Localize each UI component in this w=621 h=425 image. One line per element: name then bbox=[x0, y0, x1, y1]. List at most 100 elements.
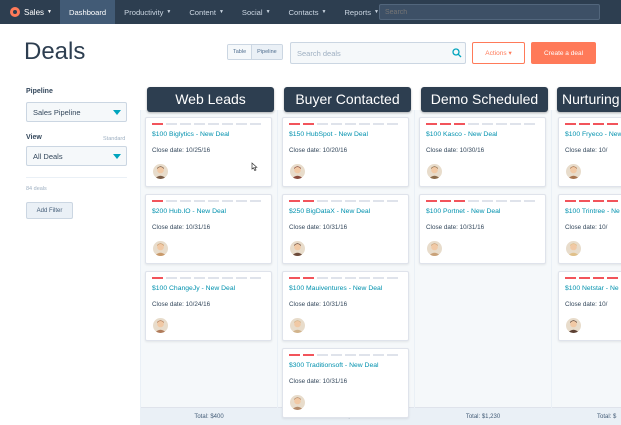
avatar[interactable] bbox=[153, 164, 168, 179]
deal-card[interactable]: $300 Traditionsoft - New Deal Close date:… bbox=[282, 348, 409, 418]
deal-progress bbox=[152, 200, 261, 202]
deal-card[interactable]: $100 Biglytics - New Deal Close date: 10/… bbox=[145, 117, 272, 187]
stage-label-demo-scheduled: Demo Scheduled bbox=[421, 87, 548, 112]
avatar[interactable] bbox=[290, 395, 305, 410]
chevron-down-icon: ▼ bbox=[218, 9, 224, 15]
deal-name-link[interactable]: $200 Hub.IO - New Deal bbox=[152, 208, 226, 215]
person-icon bbox=[154, 243, 167, 256]
avatar[interactable] bbox=[566, 318, 581, 333]
view-label: View bbox=[26, 134, 42, 141]
nav-label: Content bbox=[189, 7, 216, 17]
avatar[interactable] bbox=[153, 318, 168, 333]
brand-label: Sales bbox=[24, 7, 45, 17]
deal-name-link[interactable]: $100 Kasco - New Deal bbox=[426, 131, 497, 138]
person-icon bbox=[291, 243, 304, 256]
person-icon bbox=[154, 166, 167, 179]
search-deals-input[interactable] bbox=[290, 42, 466, 64]
deal-name-link[interactable]: $150 HubSpot - New Deal bbox=[289, 131, 368, 138]
page-title: Deals bbox=[24, 38, 86, 65]
nav-label: Productivity bbox=[124, 7, 164, 17]
view-pipeline-button[interactable]: Pipeline bbox=[251, 45, 282, 59]
deal-card[interactable]: $100 Mauiventures - New Deal Close date: … bbox=[282, 271, 409, 341]
deal-card[interactable]: $100 ChangeJy - New Deal Close date: 10/2… bbox=[145, 271, 272, 341]
person-icon bbox=[567, 320, 580, 333]
brand-menu[interactable]: Sales ▼ bbox=[0, 0, 60, 24]
nav-productivity[interactable]: Productivity ▼ bbox=[115, 0, 180, 24]
deal-progress bbox=[426, 200, 535, 202]
search-icon[interactable] bbox=[452, 48, 462, 58]
deal-progress bbox=[289, 277, 398, 279]
deal-progress bbox=[152, 277, 261, 279]
nav-content[interactable]: Content ▼ bbox=[180, 0, 233, 24]
deal-card[interactable]: $100 Portnet - New Deal Close date: 10/31… bbox=[419, 194, 546, 264]
nav-dashboard[interactable]: Dashboard bbox=[59, 0, 116, 24]
deal-name-link[interactable]: $100 Biglytics - New Deal bbox=[152, 131, 229, 138]
avatar[interactable] bbox=[290, 164, 305, 179]
close-date: Close date: 10/ bbox=[565, 147, 608, 154]
deal-card[interactable]: $200 Hub.IO - New Deal Close date: 10/31/… bbox=[145, 194, 272, 264]
view-select[interactable]: All Deals bbox=[26, 146, 127, 166]
close-date: Close date: 10/25/16 bbox=[152, 147, 211, 154]
deal-card[interactable]: $250 BigDataX - New Deal Close date: 10/3… bbox=[282, 194, 409, 264]
nav-social[interactable]: Social ▼ bbox=[233, 0, 280, 24]
nav-label: Reports bbox=[344, 7, 372, 17]
chevron-down-icon: ▼ bbox=[265, 9, 271, 15]
avatar[interactable] bbox=[566, 241, 581, 256]
deal-name-link[interactable]: $100 Netstar - Ne bbox=[565, 285, 619, 292]
stage-label-web-leads: Web Leads bbox=[147, 87, 274, 112]
hubspot-logo-icon bbox=[10, 7, 20, 17]
deal-progress bbox=[565, 123, 621, 125]
deal-count: 84 deals bbox=[26, 186, 47, 192]
add-filter-button[interactable]: Add Filter bbox=[26, 202, 73, 219]
deal-name-link[interactable]: $100 Trintree - Ne bbox=[565, 208, 620, 215]
view-value: All Deals bbox=[33, 152, 63, 161]
deal-card[interactable]: $100 Kasco - New Deal Close date: 10/30/1… bbox=[419, 117, 546, 187]
column-total: Total: $400 bbox=[141, 407, 277, 425]
deal-name-link[interactable]: $100 Mauiventures - New Deal bbox=[289, 285, 382, 292]
person-icon bbox=[291, 397, 304, 410]
deal-progress bbox=[289, 354, 398, 356]
deal-name-link[interactable]: $100 ChangeJy - New Deal bbox=[152, 285, 235, 292]
avatar[interactable] bbox=[566, 164, 581, 179]
avatar[interactable] bbox=[290, 318, 305, 333]
deal-card[interactable]: $100 Trintree - Ne Close date: 10/ bbox=[558, 194, 621, 264]
avatar[interactable] bbox=[427, 164, 442, 179]
avatar[interactable] bbox=[290, 241, 305, 256]
deal-card[interactable]: $100 Netstar - Ne Close date: 10/ bbox=[558, 271, 621, 341]
deal-name-link[interactable]: $250 BigDataX - New Deal bbox=[289, 208, 370, 215]
global-search-input[interactable] bbox=[379, 4, 600, 20]
nav-label: Dashboard bbox=[68, 7, 107, 17]
close-date: Close date: 10/31/16 bbox=[426, 224, 485, 231]
close-date: Close date: 10/31/16 bbox=[152, 224, 211, 231]
close-date: Close date: 10/30/16 bbox=[426, 147, 485, 154]
deal-name-link[interactable]: $300 Traditionsoft - New Deal bbox=[289, 362, 379, 369]
avatar[interactable] bbox=[153, 241, 168, 256]
avatar[interactable] bbox=[427, 241, 442, 256]
actions-button[interactable]: Actions ▾ bbox=[472, 42, 525, 64]
actions-label: Actions bbox=[485, 50, 507, 57]
deal-card[interactable]: $150 HubSpot - New Deal Close date: 10/20… bbox=[282, 117, 409, 187]
deal-progress bbox=[152, 123, 261, 125]
close-date: Close date: 10/20/16 bbox=[289, 147, 348, 154]
deal-progress bbox=[289, 200, 398, 202]
nav-label: Social bbox=[241, 7, 263, 17]
person-icon bbox=[567, 243, 580, 256]
deal-name-link[interactable]: $100 Fryeco - New bbox=[565, 131, 621, 138]
view-table-button[interactable]: Table bbox=[228, 45, 252, 59]
deal-progress bbox=[565, 200, 621, 202]
pipeline-select[interactable]: Sales Pipeline bbox=[26, 102, 127, 122]
nav-contacts[interactable]: Contacts ▼ bbox=[280, 0, 336, 24]
chevron-down-icon bbox=[113, 110, 121, 115]
person-icon bbox=[567, 166, 580, 179]
close-date: Close date: 10/ bbox=[565, 224, 608, 231]
close-date: Close date: 10/31/16 bbox=[289, 301, 348, 308]
deal-card[interactable]: $100 Fryeco - New Close date: 10/ bbox=[558, 117, 621, 187]
column-total: Total: $1,230 bbox=[415, 407, 551, 425]
column-total: Total: $ bbox=[552, 407, 621, 425]
deal-name-link[interactable]: $100 Portnet - New Deal bbox=[426, 208, 500, 215]
nav-label: Contacts bbox=[288, 7, 319, 17]
create-deal-button[interactable]: Create a deal bbox=[531, 42, 596, 64]
pipeline-label: Pipeline bbox=[26, 88, 53, 95]
chevron-down-icon: ▼ bbox=[166, 9, 172, 15]
close-date: Close date: 10/24/16 bbox=[152, 301, 211, 308]
